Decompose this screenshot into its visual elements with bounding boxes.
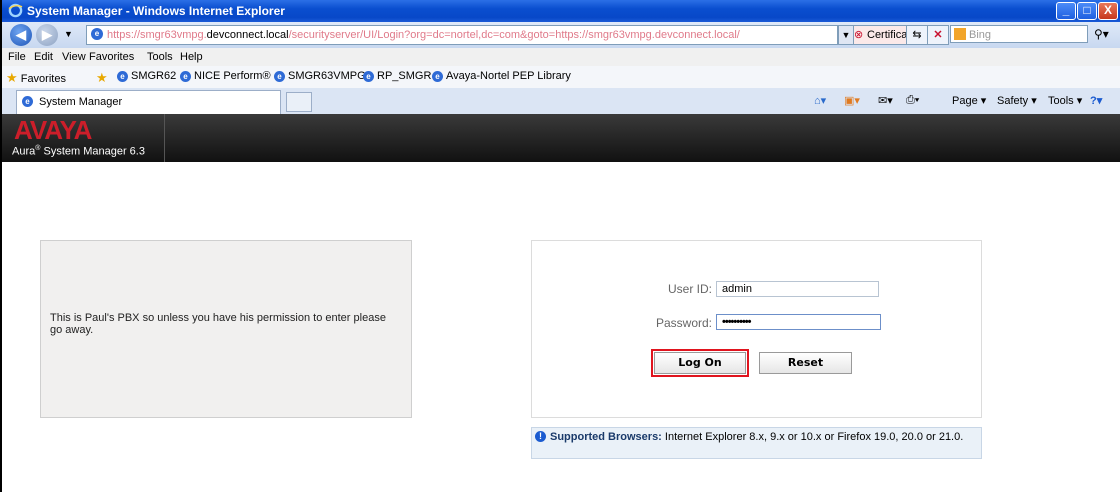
product-name: Aura® System Manager 6.3 [12,145,145,158]
favorite-rp-smgr[interactable]: e RP_SMGR [363,70,431,82]
favorites-button[interactable]: ★ Favorites [6,70,66,86]
menu-file[interactable]: File [8,51,26,63]
favorite-label: Avaya-Nortel PEP Library [446,70,571,82]
menu-view[interactable]: View [62,51,86,63]
favorite-label: RP_SMGR [377,70,432,82]
password-label: Password: [655,316,712,330]
menu-edit[interactable]: Edit [34,51,53,63]
history-dropdown-icon[interactable]: ▼ [64,29,73,39]
favorite-label: NICE Perform® [194,70,271,82]
tab-row: e System Manager ⌂▾ ▣▾ ✉▾ ⎙▾ Page ▾ Safe… [2,88,1120,115]
tools-menu[interactable]: Tools ▾ [1048,94,1082,107]
url-prefix: https://smgr63vmpg. [107,29,207,41]
login-panel: User ID: admin Password: •••••••••• Log … [531,240,982,418]
favorite-nice-perform[interactable]: e NICE Perform® [180,70,271,82]
notice-text: This is Paul's PBX so unless you have hi… [50,312,386,336]
avaya-logo-area: AVAYA Aura® System Manager 6.3 [12,114,165,162]
bing-icon [954,28,966,40]
search-icon[interactable]: ⚲▾ [1094,27,1109,41]
favorite-label: SMGR62 [131,70,177,82]
page-menu[interactable]: Page ▾ [952,94,986,107]
address-dropdown-icon[interactable]: ▼ [838,25,854,45]
favorites-label: Favorites [20,73,66,85]
refresh-icon[interactable]: ⇆ [906,25,928,45]
userid-label: User ID: [667,282,712,296]
cert-error-icon: ⊗ [854,29,864,41]
page-icon: e [117,70,128,82]
close-button[interactable]: X [1098,2,1118,20]
url-rest: /securityserver/UI/Login?org=dc=nortel,d… [288,29,740,41]
feeds-icon[interactable]: ▣▾ [844,94,860,107]
app-header: AVAYA Aura® System Manager 6.3 [2,114,1120,162]
mail-icon[interactable]: ✉▾ [878,94,893,107]
search-placeholder: Bing [969,29,992,41]
reset-button[interactable]: Reset [759,352,852,374]
page-icon: e [180,70,191,82]
menu-help[interactable]: Help [180,51,203,63]
password-input[interactable]: •••••••••• [716,314,881,330]
tab-system-manager[interactable]: e System Manager [16,90,281,114]
page-icon: e [432,70,443,82]
search-input[interactable]: Bing [950,25,1088,43]
favorite-smgr62[interactable]: e SMGR62 [117,70,176,82]
print-icon[interactable]: ⎙▾ [906,94,919,107]
page-icon: e [363,70,374,82]
url-host: devconnect.local [206,29,289,41]
product-version: System Manager 6.3 [40,145,145,158]
forward-arrow-icon[interactable]: ▶ [36,24,58,46]
help-icon[interactable]: ?▾ [1090,94,1102,107]
window-title: System Manager - Windows Internet Explor… [27,4,285,18]
menu-favorites[interactable]: Favorites [89,51,134,63]
browser-window: System Manager - Windows Internet Explor… [0,0,1120,492]
supported-browsers-note: ! Supported Browsers: Internet Explorer … [531,427,982,459]
safety-menu[interactable]: Safety ▾ [997,94,1037,107]
title-bar: System Manager - Windows Internet Explor… [2,0,1120,22]
star-icon: ★ [6,70,18,85]
menu-tools[interactable]: Tools [147,51,173,63]
favorite-label: SMGR63VMPG [288,70,366,82]
notice-panel: This is Paul's PBX so unless you have hi… [40,240,412,418]
home-icon[interactable]: ⌂▾ [814,94,826,107]
info-icon: ! [535,431,546,442]
add-favorite-icon[interactable]: ★ [96,70,108,86]
minimize-button[interactable]: _ [1056,2,1076,20]
supported-browsers-heading: Supported Browsers: [550,431,662,443]
menu-bar: File Edit View Favorites Tools Help [2,48,1120,67]
supported-browsers-text: Internet Explorer 8.x, 9.x or 10.x or Fi… [661,431,964,443]
avaya-logo: AVAYA [14,115,92,145]
stop-icon[interactable]: ✕ [927,25,949,45]
page-icon: e [274,70,285,82]
address-row: ◀ ▶ ▼ e https://smgr63vmpg.devconnect.loc… [2,22,1120,48]
userid-input[interactable]: admin [716,281,879,297]
ie-logo-icon [8,3,23,18]
favorites-bar: ★ Favorites ★ e SMGR62 e NICE Perform® e SM… [2,66,1120,89]
maximize-button[interactable]: □ [1077,2,1097,20]
back-arrow-icon[interactable]: ◀ [10,24,32,46]
page-icon: e [91,28,103,40]
tab-label: System Manager [39,96,123,108]
favorite-smgr63vmpg[interactable]: e SMGR63VMPG [274,70,366,82]
log-on-button[interactable]: Log On [651,349,749,377]
product-brand: Aura [12,145,36,158]
address-bar[interactable]: e https://smgr63vmpg.devconnect.local/sec… [86,25,838,45]
new-tab-button[interactable] [286,92,312,112]
favorite-avaya-nortel-pep[interactable]: e Avaya-Nortel PEP Library [432,70,571,82]
page-icon: e [22,96,33,107]
